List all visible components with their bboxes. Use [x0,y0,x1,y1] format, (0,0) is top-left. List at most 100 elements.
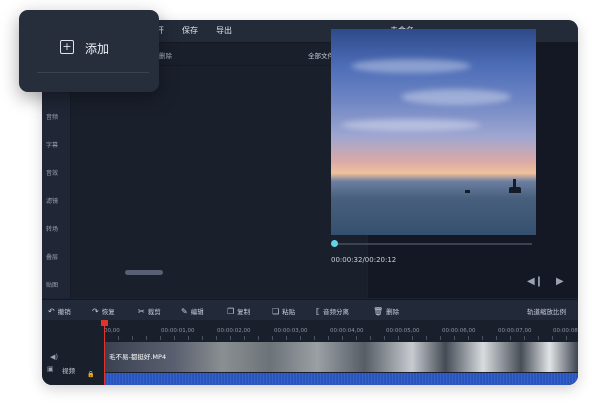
play-icon[interactable]: ▶ [556,276,564,287]
video-clip[interactable] [104,342,578,372]
menu-save[interactable]: 保存 [182,25,198,36]
video-preview [331,29,536,235]
media-horizontal-scrollbar[interactable] [125,270,163,275]
pencil-icon: ✎ [181,307,188,316]
redo-label: 恢复 [101,308,115,316]
ruler-tick [524,336,525,340]
ruler-tick [552,336,553,340]
previous-frame-icon[interactable]: ◀❙ [527,276,543,287]
playback-progress-knob[interactable] [331,240,338,247]
paste-button[interactable]: ❏ 粘贴 [272,306,295,316]
lock-icon[interactable]: 🔒 [87,371,94,378]
ruler-tick [426,336,427,340]
track-label-video: 视频 [62,367,75,375]
scissors-icon: ✂ [138,307,145,316]
ruler-tick [230,336,231,340]
ruler-tick [258,336,259,340]
sea-rock [509,187,521,193]
volume-icon[interactable]: ◀) [50,353,58,361]
ruler-label: 00:00:02,00 [217,328,251,334]
redo-button[interactable]: ↷ 恢复 [92,306,115,316]
split-audio-label: 音频分离 [322,308,349,316]
sea-rock [465,190,470,193]
sidebar-item-filter[interactable]: 滤镜 [46,196,58,205]
playback-time: 00:00:32/00:20:12 [331,256,397,264]
plus-icon: + [60,40,74,54]
ruler-label: 00:00:04,00 [330,328,364,334]
ruler-tick [160,336,161,340]
trash-icon: 🗑 [373,307,384,316]
paste-icon: ❏ [272,307,280,316]
delete-button[interactable]: 🗑 删除 [373,306,399,316]
redo-icon: ↷ [92,307,99,316]
copy-icon: ❐ [227,307,235,316]
undo-button[interactable]: ↶ 撤销 [48,306,71,316]
add-button[interactable]: 添加 [85,40,109,57]
cloud [351,59,471,73]
ruler-tick [244,336,245,340]
popup-divider [37,72,149,73]
ruler-tick [454,336,455,340]
ruler-tick [118,336,119,340]
ruler-tick [328,336,329,340]
add-popup: + 添加 [19,10,159,92]
playhead[interactable] [104,322,105,385]
playback-progress-track[interactable] [334,243,532,245]
playhead-handle[interactable] [101,320,108,326]
ruler-tick [146,336,147,340]
ruler-tick [440,336,441,340]
ruler-tick [342,336,343,340]
ruler-tick [132,336,133,340]
media-delete-button[interactable]: 删除 [159,50,172,60]
ruler-tick [272,336,273,340]
undo-icon: ↶ [48,307,55,316]
sea-rock [513,179,516,187]
track-zoom-label[interactable]: 轨道缩放比例 [527,306,566,316]
clip-name: 毛不易-都挺好.MP4 [109,353,167,361]
video-track-icon: ▣ [47,365,54,373]
cloud [341,119,481,131]
ruler-tick [314,336,315,340]
split-audio-button[interactable]: ⟦ 音频分离 [316,306,349,316]
ruler-tick [566,336,567,340]
copy-button[interactable]: ❐ 复制 [227,306,250,316]
ruler-tick [216,336,217,340]
ruler-tick [538,336,539,340]
ruler-tick [370,336,371,340]
sidebar-item-overlay[interactable]: 叠层 [46,252,58,261]
crop-label: 裁剪 [147,308,161,316]
ruler-label: 00:00:05,00 [386,328,420,334]
delete-label: 删除 [386,308,400,316]
ruler-label: 00:00:06,00 [442,328,476,334]
sidebar-item-audio[interactable]: 音频 [46,112,58,121]
ruler-tick [496,336,497,340]
ruler-tick [188,336,189,340]
sidebar-item-sticker[interactable]: 贴图 [46,280,58,289]
sidebar-item-transition[interactable]: 转场 [46,224,58,233]
cloud [401,89,511,105]
ruler-tick [468,336,469,340]
ruler-tick [174,336,175,340]
timeline: 00,00 00:00:01,00 00:00:02,00 00:00:03,0… [42,320,578,385]
ruler-label: 00:00:07,00 [498,328,532,334]
ruler-tick [300,336,301,340]
sidebar-item-sfx[interactable]: 音效 [46,168,58,177]
ruler-tick [384,336,385,340]
edit-button[interactable]: ✎ 编辑 [181,306,204,316]
audio-waveform[interactable] [104,373,578,385]
ruler-label: 00:00:03,00 [274,328,308,334]
ruler-tick [482,336,483,340]
ruler-tick [202,336,203,340]
crop-button[interactable]: ✂ 裁剪 [138,306,161,316]
ruler-tick [412,336,413,340]
menu-export[interactable]: 导出 [216,25,232,36]
split-audio-icon: ⟦ [316,307,320,316]
ruler-label: 00:00:01,00 [161,328,195,334]
ruler-label: 00:00:08 [553,328,578,334]
ruler-tick [356,336,357,340]
ruler-tick [510,336,511,340]
ruler-label: 00,00 [104,328,120,334]
sidebar-item-subtitle[interactable]: 字幕 [46,140,58,149]
ruler-tick [398,336,399,340]
copy-label: 复制 [237,308,251,316]
